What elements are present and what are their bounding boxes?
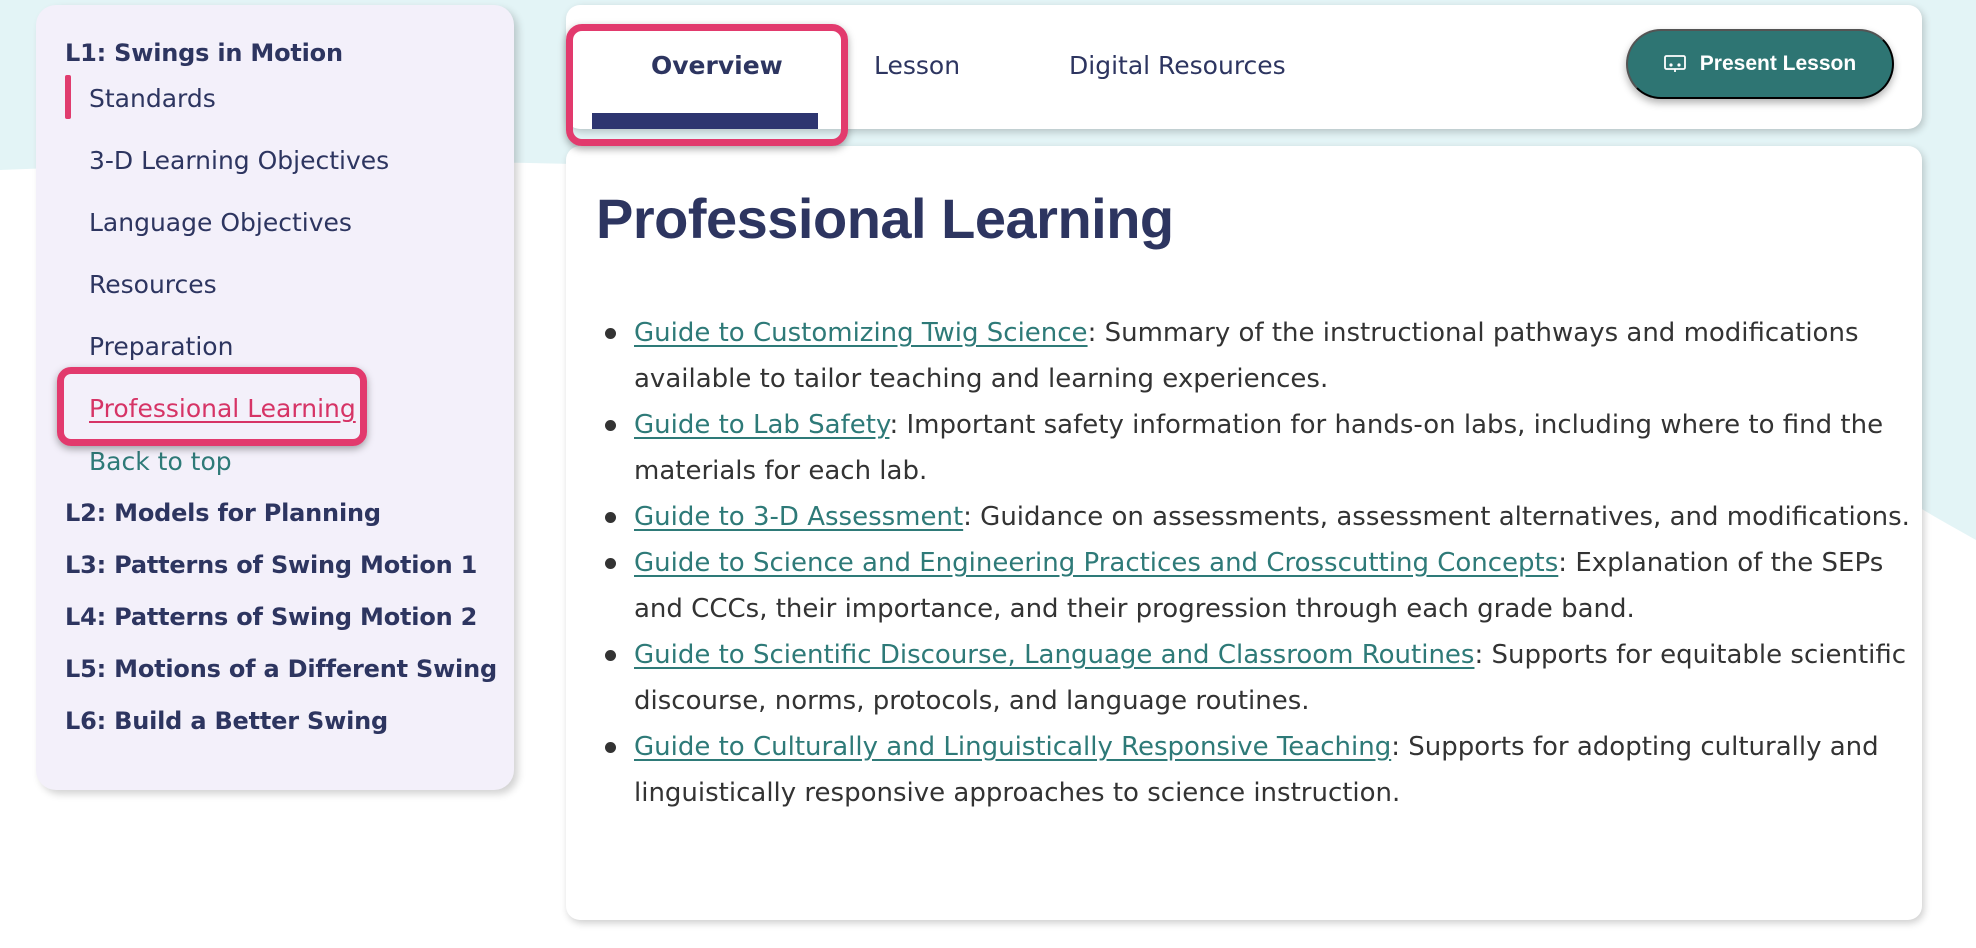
sidebar-lesson-l2[interactable]: L2: Models for Planning — [65, 499, 381, 527]
presentation-icon — [1663, 55, 1686, 72]
list-item: Guide to Science and Engineering Practic… — [602, 540, 1912, 632]
sidebar-item-3d-learning-objectives[interactable]: 3-D Learning Objectives — [89, 146, 389, 175]
guide-description: : Guidance on assessments, assessment al… — [963, 502, 1910, 532]
sidebar-item-standards[interactable]: Standards — [89, 84, 216, 113]
sidebar-lesson-l4[interactable]: L4: Patterns of Swing Motion 2 — [65, 603, 477, 631]
bullet — [605, 328, 616, 339]
sidebar-item-preparation[interactable]: Preparation — [89, 332, 233, 361]
bullet — [605, 742, 616, 753]
sidebar-lesson-l5[interactable]: L5: Motions of a Different Swing — [65, 655, 497, 683]
tab-lesson[interactable]: Lesson — [874, 51, 960, 80]
bullet — [605, 512, 616, 523]
guide-link-scientific-discourse[interactable]: Guide to Scientific Discourse, Language … — [634, 640, 1474, 670]
list-item: Guide to Culturally and Linguistically R… — [602, 724, 1912, 816]
list-item: Guide to Customizing Twig Science: Summa… — [602, 310, 1912, 402]
sidebar-item-language-objectives[interactable]: Language Objectives — [89, 208, 352, 237]
bullet — [605, 558, 616, 569]
guide-link-lab-safety[interactable]: Guide to Lab Safety — [634, 410, 889, 440]
professional-learning-panel: Professional Learning Guide to Customizi… — [566, 146, 1922, 920]
sidebar-lesson-l3[interactable]: L3: Patterns of Swing Motion 1 — [65, 551, 477, 579]
highlight-box-professional-learning — [57, 367, 367, 446]
list-item: Guide to 3-D Assessment: Guidance on ass… — [602, 494, 1912, 540]
highlight-box-overview-tab — [566, 24, 848, 146]
present-lesson-label: Present Lesson — [1699, 52, 1857, 75]
guide-link-3d-assessment[interactable]: Guide to 3-D Assessment — [634, 502, 963, 532]
sidebar-item-resources[interactable]: Resources — [89, 270, 217, 299]
back-to-top-link[interactable]: Back to top — [89, 447, 232, 476]
guide-link-customizing[interactable]: Guide to Customizing Twig Science — [634, 318, 1088, 348]
list-item: Guide to Lab Safety: Important safety in… — [602, 402, 1912, 494]
guide-link-responsive-teaching[interactable]: Guide to Culturally and Linguistically R… — [634, 732, 1391, 762]
bullet — [605, 420, 616, 431]
sidebar-active-indicator — [65, 75, 71, 119]
sidebar-lesson-l1[interactable]: L1: Swings in Motion — [65, 39, 343, 67]
guide-list: Guide to Customizing Twig Science: Summa… — [602, 310, 1912, 816]
tab-digital-resources[interactable]: Digital Resources — [1069, 51, 1286, 80]
guide-link-seps-cccs[interactable]: Guide to Science and Engineering Practic… — [634, 548, 1558, 578]
list-item: Guide to Scientific Discourse, Language … — [602, 632, 1912, 724]
sidebar-lesson-l6[interactable]: L6: Build a Better Swing — [65, 707, 388, 735]
present-lesson-button[interactable]: Present Lesson — [1626, 29, 1894, 99]
page-title: Professional Learning — [596, 187, 1174, 250]
bullet — [605, 650, 616, 661]
